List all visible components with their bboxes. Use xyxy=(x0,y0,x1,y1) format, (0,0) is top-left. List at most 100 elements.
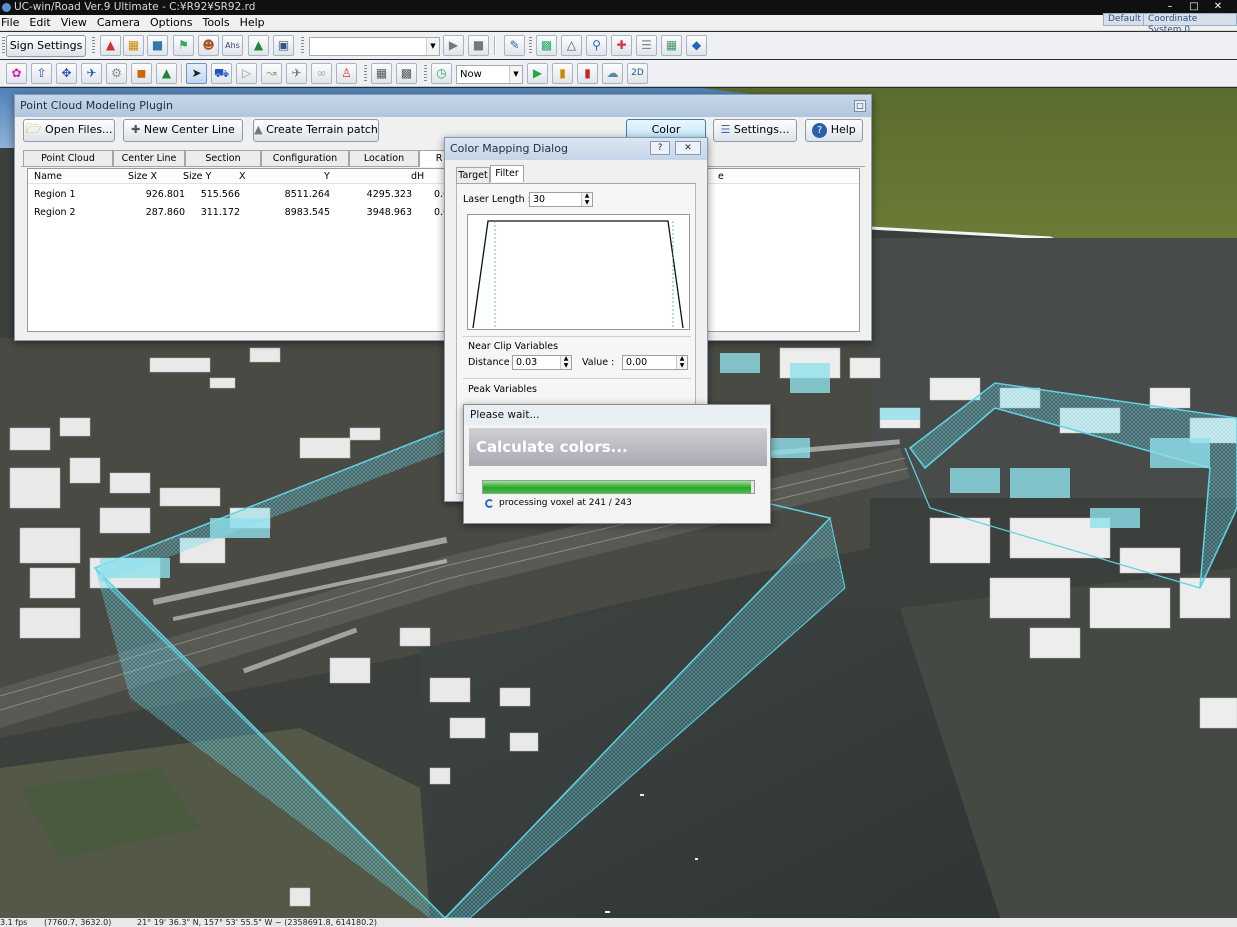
spin-arrows-icon[interactable]: ▲ ▼ xyxy=(581,192,592,206)
column-header-extra[interactable]: e xyxy=(718,171,724,182)
menu-options[interactable]: Options xyxy=(145,15,197,31)
tab-center-line[interactable]: Center Line xyxy=(113,150,185,166)
ahs-icon[interactable]: Ahs xyxy=(222,35,243,56)
value-input[interactable]: 0.00 ▲ ▼ xyxy=(622,355,688,370)
play-icon[interactable]: ▶ xyxy=(443,35,464,56)
tab-target[interactable]: Target xyxy=(456,167,490,183)
help-icon[interactable]: ? xyxy=(650,141,670,155)
pedestrian-icon[interactable]: ♙ xyxy=(336,63,357,84)
plane-icon[interactable]: ✈ xyxy=(81,63,102,84)
road-sign-icon[interactable]: ▲ xyxy=(100,35,121,56)
menu-camera[interactable]: Camera xyxy=(92,15,145,31)
distance-label: Distance : xyxy=(468,357,516,368)
cube-icon[interactable]: ◆ xyxy=(686,35,707,56)
coordinate-system-badge[interactable]: Coordinate System 0 xyxy=(1143,13,1237,35)
traffic-light-icon[interactable]: ▦ xyxy=(123,35,144,56)
brush-icon[interactable]: ✎ xyxy=(504,35,525,56)
close-button[interactable]: ✕ xyxy=(1209,1,1227,13)
mountain-icon[interactable]: ▲ xyxy=(156,63,177,84)
tree-icon[interactable]: ▲ xyxy=(248,35,269,56)
intersection-icon[interactable]: ✚ xyxy=(611,35,632,56)
road-icon[interactable]: △ xyxy=(561,35,582,56)
sign-icon[interactable]: ⚲ xyxy=(586,35,607,56)
tab-filter[interactable]: Filter xyxy=(490,165,524,182)
tab-point-cloud[interactable]: Point Cloud xyxy=(23,150,113,166)
close-icon[interactable]: ✕ xyxy=(675,141,701,155)
distance-input[interactable]: 0.03 ▲ ▼ xyxy=(512,355,572,370)
select-pointer-icon[interactable]: ➤ xyxy=(186,63,207,84)
progress-bar xyxy=(482,480,755,494)
column-header-size-y[interactable]: Size Y xyxy=(183,171,211,182)
coordinate-readout: (7760.7, 3632.0) xyxy=(44,918,112,927)
yellow-light-icon[interactable]: ▮ xyxy=(552,63,573,84)
separator xyxy=(494,36,496,55)
vehicle-icon[interactable]: ⚑ xyxy=(173,35,194,56)
value-value: 0.00 xyxy=(626,357,648,368)
minimize-button[interactable]: – xyxy=(1161,1,1179,13)
clock-icon[interactable]: ◷ xyxy=(431,63,452,84)
column-header-name[interactable]: Name xyxy=(34,171,62,182)
model-icon[interactable]: ■ xyxy=(147,35,168,56)
gear-icon[interactable]: ⚙ xyxy=(106,63,127,84)
document-icon[interactable]: ☰ xyxy=(636,35,657,56)
paint-icon[interactable]: ◼ xyxy=(131,63,152,84)
column-header-size-x[interactable]: Size X xyxy=(128,171,157,182)
column-header-dh[interactable]: dH xyxy=(411,171,424,182)
filter-curve-graph[interactable] xyxy=(467,214,690,330)
new-center-line-button[interactable]: ✚ New Center Line xyxy=(123,119,243,142)
open-files-button[interactable]: 🗁 Open Files... xyxy=(23,119,115,142)
walk-icon[interactable]: ∞ xyxy=(311,63,332,84)
menu-help[interactable]: Help xyxy=(235,15,270,31)
toolbar-row-2: ✿ ⇧ ✥ ✈ ⚙ ◼ ▲ ➤ ⛟ ▷ ↝ ✈ ∞ ♙ ▦ ▩ ◷ Now ▼ ▶… xyxy=(0,60,1237,87)
laser-length-input[interactable]: 30 ▲ ▼ xyxy=(529,192,593,207)
help-button[interactable]: ? Help xyxy=(805,119,863,142)
car-icon[interactable]: ⛟ xyxy=(211,63,232,84)
column-header-y[interactable]: Y xyxy=(324,171,330,182)
tab-section[interactable]: Section xyxy=(185,150,261,166)
create-terrain-patch-button[interactable]: ▲ Create Terrain patch xyxy=(253,119,379,142)
weather-icon[interactable]: ☁ xyxy=(602,63,623,84)
road-network-icon[interactable]: ✿ xyxy=(6,63,27,84)
settings-button[interactable]: ☰ Settings... xyxy=(713,119,797,142)
color-mapping-tab-bar: Target Filter xyxy=(456,165,696,184)
menu-view[interactable]: View xyxy=(56,15,92,31)
maximize-button[interactable]: □ xyxy=(1185,1,1203,13)
spin-arrows-icon[interactable]: ▲ ▼ xyxy=(560,355,571,369)
region-x: 8511.264 xyxy=(284,189,330,200)
terrain-icon[interactable]: ▩ xyxy=(536,35,557,56)
region-size-y: 515.566 xyxy=(200,189,240,200)
help-label: Help xyxy=(830,123,856,136)
default-badge[interactable]: Default xyxy=(1103,13,1146,26)
people-icon[interactable]: ☻ xyxy=(198,35,219,56)
spin-arrows-icon[interactable]: ▲ ▼ xyxy=(676,355,687,369)
separator xyxy=(463,336,691,337)
menu-file[interactable]: File xyxy=(0,15,24,31)
scenario-combo[interactable]: ▼ xyxy=(309,37,440,56)
terrain-patch-icon: ▲ xyxy=(254,123,263,136)
tab-location[interactable]: Location xyxy=(349,150,419,166)
window-title-bar: UC-win/Road Ver.9 Ultimate - C:¥R92¥SR92… xyxy=(0,0,1237,15)
drive-icon[interactable]: ▷ xyxy=(236,63,257,84)
green-light-icon[interactable]: ▶ xyxy=(527,63,548,84)
column-header-x[interactable]: X xyxy=(239,171,246,182)
fly-icon[interactable]: ✈ xyxy=(286,63,307,84)
plugin-icon[interactable]: ▦ xyxy=(661,35,682,56)
picture-icon[interactable]: ▣ xyxy=(273,35,294,56)
color-mapping-title-bar: Color Mapping Dialog ? ✕ xyxy=(445,138,707,160)
record-icon[interactable]: ▩ xyxy=(396,63,417,84)
red-light-icon[interactable]: ▮ xyxy=(577,63,598,84)
window-title: UC-win/Road Ver.9 Ultimate - C:¥R92¥SR92… xyxy=(14,1,256,13)
time-combo[interactable]: Now ▼ xyxy=(456,65,523,84)
move-icon[interactable]: ✥ xyxy=(56,63,77,84)
menu-edit[interactable]: Edit xyxy=(24,15,55,31)
sign-settings-button[interactable]: Sign Settings xyxy=(6,35,86,57)
stop-icon[interactable]: ■ xyxy=(468,35,489,56)
tab-configuration[interactable]: Configuration xyxy=(261,150,349,166)
mode-2d-button[interactable]: 2D xyxy=(627,63,648,84)
film-icon[interactable]: ▦ xyxy=(371,63,392,84)
region-y: 3948.963 xyxy=(366,207,412,218)
arrow-up-icon[interactable]: ⇧ xyxy=(31,63,52,84)
menu-tools[interactable]: Tools xyxy=(197,15,234,31)
close-icon[interactable]: □ xyxy=(854,100,866,112)
route-icon[interactable]: ↝ xyxy=(261,63,282,84)
